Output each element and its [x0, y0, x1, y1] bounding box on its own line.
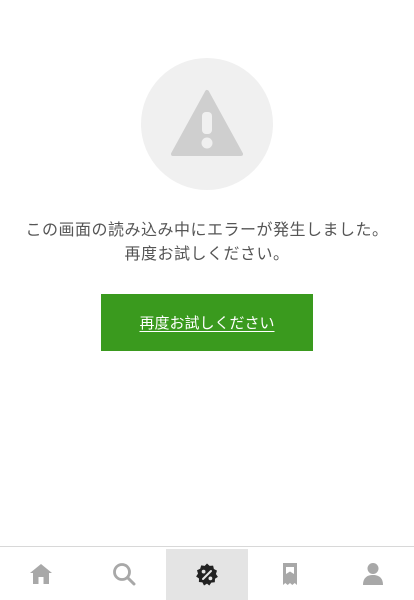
coupon-icon: [196, 563, 218, 585]
app-screen: この画面の読み込み中にエラーが発生しました。再度お試しください。 再度お試しくだ…: [0, 0, 414, 600]
error-view: この画面の読み込み中にエラーが発生しました。再度お試しください。 再度お試しくだ…: [0, 0, 414, 546]
error-message: この画面の読み込み中にエラーが発生しました。再度お試しください。: [25, 220, 389, 263]
profile-icon: [362, 562, 383, 585]
tab-bookmark[interactable]: [248, 547, 331, 600]
warning-badge: [141, 58, 273, 190]
bottom-tab-bar: [0, 546, 414, 600]
tab-home[interactable]: [0, 547, 83, 600]
home-icon: [30, 563, 53, 584]
bookmark-icon: [282, 562, 297, 585]
warning-icon: [171, 90, 243, 156]
tab-coupon[interactable]: [165, 549, 249, 600]
retry-button[interactable]: 再度お試しください: [101, 294, 313, 351]
tab-search[interactable]: [83, 547, 166, 600]
tab-profile[interactable]: [331, 547, 414, 600]
search-icon: [113, 562, 136, 585]
